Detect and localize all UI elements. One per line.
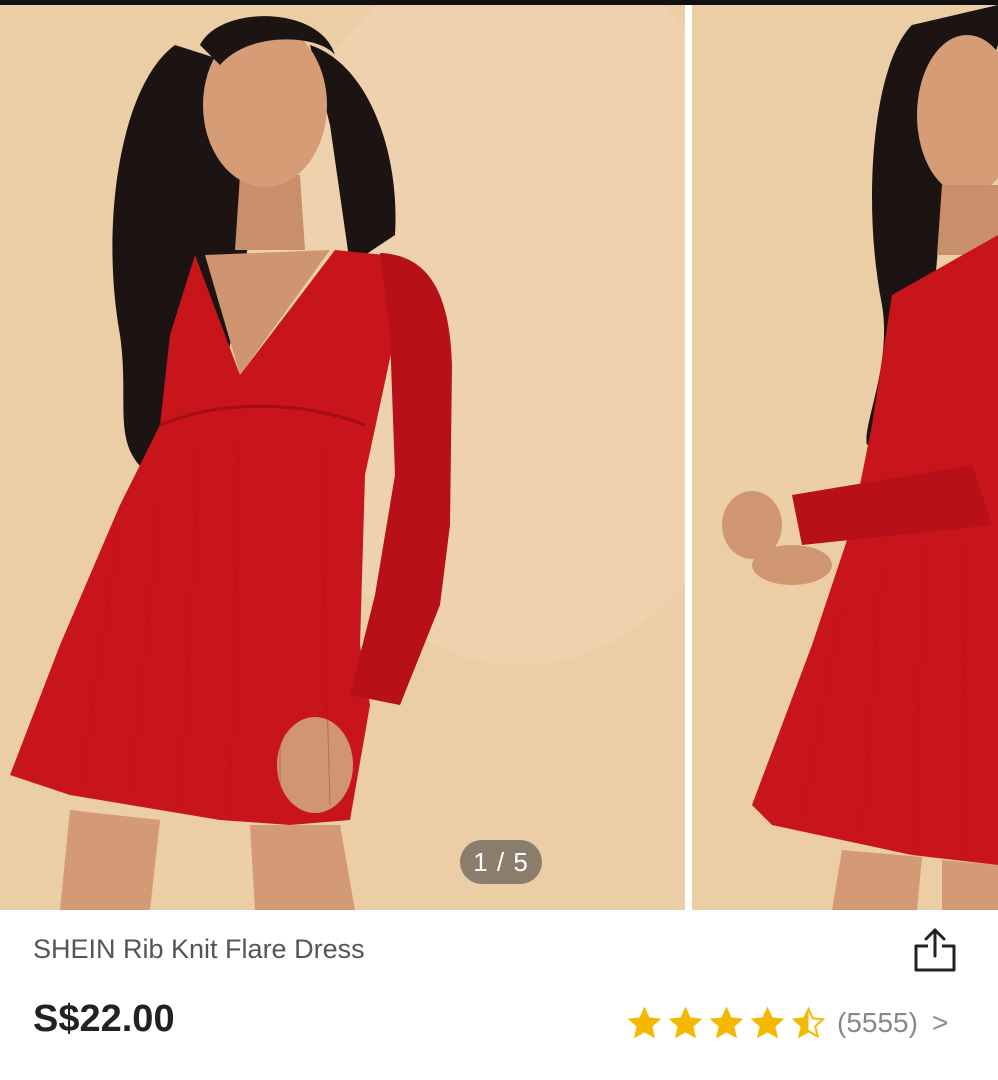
star-half-icon <box>792 1006 825 1038</box>
product-info-panel: SHEIN Rib Knit Flare Dress S$22.00 (5555… <box>0 910 998 1080</box>
product-price: S$22.00 <box>33 998 175 1040</box>
product-image-1[interactable] <box>0 5 685 910</box>
rating-summary[interactable]: (5555) > <box>628 1003 948 1043</box>
star-full-icon <box>751 1006 784 1038</box>
rating-stars <box>628 1006 833 1040</box>
star-full-icon <box>710 1006 743 1038</box>
star-full-icon <box>669 1006 702 1038</box>
chevron-right-icon: > <box>931 1007 949 1038</box>
product-image-2[interactable] <box>692 5 998 910</box>
share-icon[interactable] <box>908 922 962 976</box>
product-image-gallery[interactable]: 1 / 5 <box>0 5 998 910</box>
product-title: SHEIN Rib Knit Flare Dress <box>33 934 365 964</box>
review-count: (5555) <box>837 1007 918 1038</box>
star-full-icon <box>628 1006 661 1038</box>
model-side-illustration <box>692 5 998 910</box>
image-counter-badge: 1 / 5 <box>460 840 542 884</box>
model-front-illustration <box>0 5 685 910</box>
